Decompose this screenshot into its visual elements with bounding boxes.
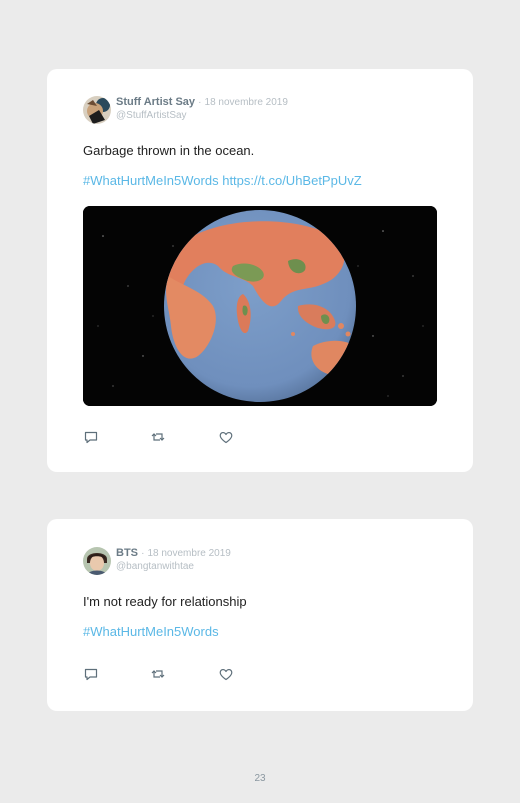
url-link[interactable]: https://t.co/UhBetPpUvZ bbox=[222, 173, 361, 188]
like-icon[interactable] bbox=[218, 429, 234, 445]
tweet-links: #WhatHurtMeIn5Words https://t.co/UhBetPp… bbox=[83, 173, 362, 188]
author-line: Stuff Artist Say · 18 novembre 2019 bbox=[116, 96, 288, 109]
like-icon[interactable] bbox=[218, 666, 234, 682]
author-block: Stuff Artist Say · 18 novembre 2019 @Stu… bbox=[116, 96, 288, 122]
tweet-card: BTS · 18 novembre 2019 @bangtanwithtae I… bbox=[47, 519, 473, 711]
reply-icon[interactable] bbox=[83, 666, 99, 682]
hashtag-link[interactable]: #WhatHurtMeIn5Words bbox=[83, 624, 219, 639]
tweet-date[interactable]: 18 novembre 2019 bbox=[205, 97, 288, 108]
author-name[interactable]: BTS bbox=[116, 547, 138, 559]
author-name[interactable]: Stuff Artist Say bbox=[116, 96, 195, 108]
retweet-icon[interactable] bbox=[150, 429, 166, 445]
avatar[interactable] bbox=[83, 96, 111, 124]
tweet-card: Stuff Artist Say · 18 novembre 2019 @Stu… bbox=[47, 69, 473, 472]
globe-image[interactable] bbox=[83, 206, 437, 406]
tweet-date[interactable]: 18 novembre 2019 bbox=[147, 548, 230, 559]
author-block: BTS · 18 novembre 2019 @bangtanwithtae bbox=[116, 547, 231, 573]
tweet-actions bbox=[83, 429, 234, 445]
tweet-text: I'm not ready for relationship bbox=[83, 594, 247, 609]
hashtag-link[interactable]: #WhatHurtMeIn5Words bbox=[83, 173, 219, 188]
avatar[interactable] bbox=[83, 547, 111, 575]
tweet-header: BTS · 18 novembre 2019 @bangtanwithtae bbox=[83, 547, 231, 577]
reply-icon[interactable] bbox=[83, 429, 99, 445]
page-number: 23 bbox=[254, 773, 266, 784]
separator: · bbox=[141, 548, 145, 559]
tweet-actions bbox=[83, 666, 234, 682]
tweet-links: #WhatHurtMeIn5Words bbox=[83, 624, 219, 639]
author-handle[interactable]: @bangtanwithtae bbox=[116, 560, 231, 573]
separator: · bbox=[198, 97, 202, 108]
retweet-icon[interactable] bbox=[150, 666, 166, 682]
tweet-text: Garbage thrown in the ocean. bbox=[83, 143, 255, 158]
tweet-header: Stuff Artist Say · 18 novembre 2019 @Stu… bbox=[83, 96, 288, 126]
author-handle[interactable]: @StuffArtistSay bbox=[116, 109, 288, 122]
author-line: BTS · 18 novembre 2019 bbox=[116, 547, 231, 560]
